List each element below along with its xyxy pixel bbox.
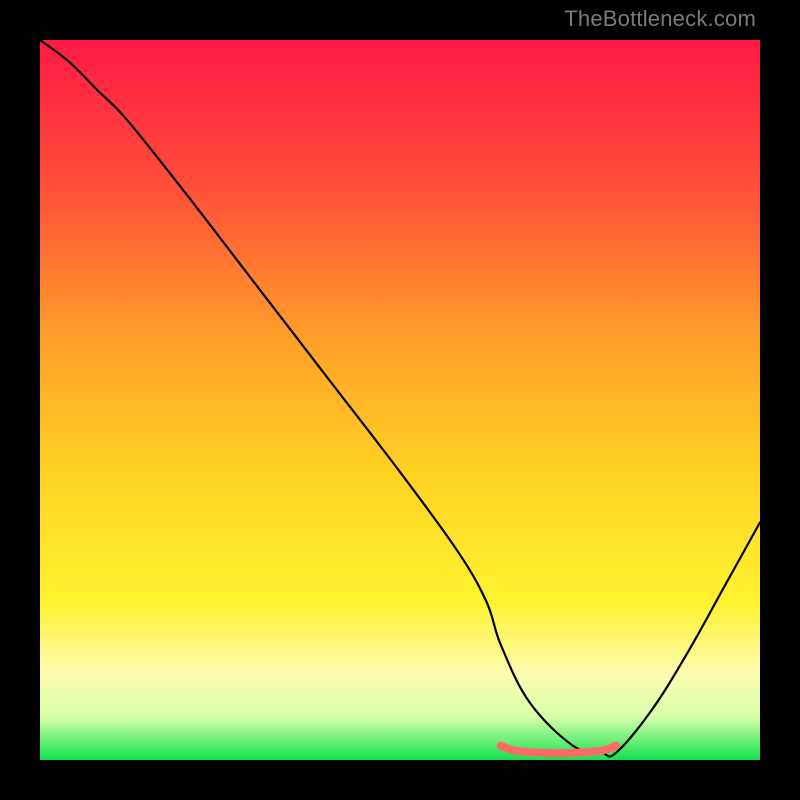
chart-frame	[40, 40, 760, 760]
highlight-segment	[501, 746, 616, 753]
chart-lines	[40, 40, 760, 760]
bottleneck-curve	[40, 40, 760, 757]
watermark-text: TheBottleneck.com	[564, 6, 756, 32]
